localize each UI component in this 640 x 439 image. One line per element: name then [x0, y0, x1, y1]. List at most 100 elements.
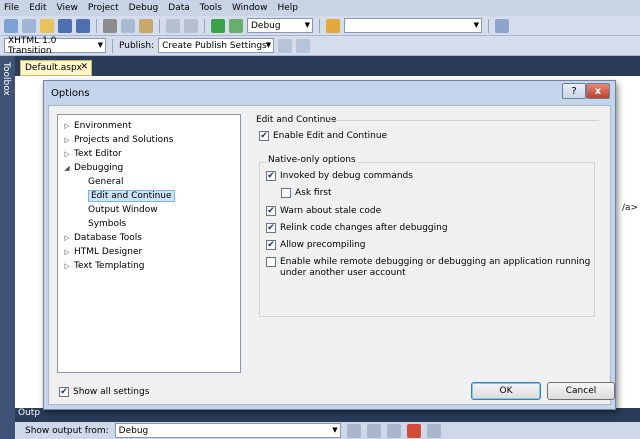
- step-icon[interactable]: [229, 18, 243, 33]
- ok-button[interactable]: OK: [471, 382, 541, 400]
- save-icon[interactable]: [58, 18, 72, 33]
- dialog-titlebar[interactable]: Options ? x: [44, 81, 615, 105]
- toolbox-tab[interactable]: Toolbox: [1, 62, 11, 96]
- new-project-icon[interactable]: [4, 18, 18, 33]
- menu-bar: File Edit View Project Debug Data Tools …: [0, 0, 640, 16]
- toolbar-separator: [159, 18, 160, 33]
- find-combo[interactable]: ▼: [344, 18, 482, 33]
- ask-first-label: Ask first: [295, 188, 332, 198]
- help-button[interactable]: ?: [562, 83, 586, 99]
- tree-item-label: Symbols: [88, 219, 127, 229]
- tree-item[interactable]: ▷ HTML Designer: [58, 245, 240, 259]
- solution-explorer-icon[interactable]: [495, 18, 509, 33]
- tree-item[interactable]: Edit and Continue: [58, 189, 240, 203]
- expand-arrow-icon[interactable]: ▷: [62, 234, 72, 242]
- menu-data[interactable]: Data: [168, 3, 190, 13]
- page-group-title: Edit and Continue: [256, 115, 337, 125]
- ask-first-checkbox[interactable]: [281, 188, 291, 198]
- publish-settings-icon[interactable]: [296, 38, 311, 53]
- cut-icon[interactable]: [103, 18, 117, 33]
- native-options-title: Native-only options: [266, 155, 358, 165]
- expand-arrow-icon[interactable]: ▷: [62, 122, 72, 130]
- menu-help[interactable]: Help: [277, 3, 298, 13]
- warn-stale-code-option[interactable]: ✔ Warn about stale code: [266, 206, 381, 217]
- toolbar-separator: [204, 18, 205, 33]
- tree-item[interactable]: ▷ Environment: [58, 119, 240, 133]
- show-all-settings-option[interactable]: ✔ Show all settings: [59, 387, 149, 398]
- tree-item-label: Database Tools: [74, 233, 142, 243]
- schema-combo[interactable]: XHTML 1.0 Transition ▼: [4, 36, 106, 56]
- clear-all-icon[interactable]: [406, 423, 421, 438]
- toolbar-separator: [96, 18, 97, 33]
- allow-precompiling-checkbox[interactable]: ✔: [266, 240, 276, 250]
- collapse-arrow-icon[interactable]: ◢: [62, 164, 72, 172]
- cancel-button[interactable]: Cancel: [547, 382, 615, 400]
- relink-code-checkbox[interactable]: ✔: [266, 223, 276, 233]
- close-button[interactable]: x: [586, 83, 610, 99]
- expand-arrow-icon[interactable]: ▷: [62, 248, 72, 256]
- tree-item[interactable]: ▷ Database Tools: [58, 231, 240, 245]
- enable-edit-continue-checkbox[interactable]: ✔: [259, 131, 269, 141]
- ask-first-option[interactable]: Ask first: [281, 188, 332, 199]
- warn-stale-code-label: Warn about stale code: [280, 206, 382, 216]
- menu-tools[interactable]: Tools: [200, 3, 222, 13]
- editor-text-fragment: /a>: [622, 203, 639, 213]
- chevron-down-icon: ▼: [332, 426, 338, 434]
- publish-web-icon[interactable]: [278, 38, 293, 53]
- tree-item-label: Projects and Solutions: [74, 135, 174, 145]
- redo-icon[interactable]: [184, 18, 198, 33]
- expand-arrow-icon[interactable]: ▷: [62, 136, 72, 144]
- tree-item[interactable]: ▷ Text Editor: [58, 147, 240, 161]
- document-tab[interactable]: Default.aspx ✕: [20, 60, 92, 76]
- invoked-by-debug-option[interactable]: ✔ Invoked by debug commands: [266, 171, 413, 182]
- output-source-combo[interactable]: Debug ▼: [114, 423, 341, 438]
- invoked-by-debug-label: Invoked by debug commands: [280, 171, 413, 181]
- tree-item[interactable]: ▷ Text Templating: [58, 259, 240, 273]
- show-all-settings-checkbox[interactable]: ✔: [59, 387, 69, 397]
- tree-item[interactable]: ◢ Debugging: [58, 161, 240, 175]
- expand-arrow-icon[interactable]: ▷: [62, 262, 72, 270]
- relink-code-option[interactable]: ✔ Relink code changes after debugging: [266, 223, 448, 234]
- close-tab-icon[interactable]: ✕: [80, 62, 88, 72]
- menu-project[interactable]: Project: [88, 3, 119, 13]
- toolbox-panel[interactable]: [0, 56, 15, 439]
- start-debugging-icon[interactable]: [211, 18, 225, 33]
- next-message-icon[interactable]: [386, 423, 401, 438]
- paste-icon[interactable]: [139, 18, 153, 33]
- toolbar-separator: [488, 18, 489, 33]
- enable-edit-continue-option[interactable]: ✔ Enable Edit and Continue: [259, 131, 387, 142]
- tree-item[interactable]: Symbols: [58, 217, 240, 231]
- publish-combo[interactable]: Create Publish Settings ▼: [158, 38, 275, 53]
- tree-item-label: Output Window: [88, 205, 158, 215]
- word-wrap-icon[interactable]: [426, 423, 441, 438]
- menu-window[interactable]: Window: [232, 3, 268, 13]
- menu-debug[interactable]: Debug: [129, 3, 159, 13]
- tree-item[interactable]: Output Window: [58, 203, 240, 217]
- prev-message-icon[interactable]: [366, 423, 381, 438]
- menu-view[interactable]: View: [57, 3, 78, 13]
- save-all-icon[interactable]: [76, 18, 90, 33]
- remote-debugging-checkbox[interactable]: [266, 257, 276, 267]
- find-message-icon[interactable]: [346, 423, 361, 438]
- group-divider: [327, 120, 599, 121]
- tree-item-label: Environment: [74, 121, 132, 131]
- tree-item-label: General: [88, 177, 124, 187]
- menu-edit[interactable]: Edit: [29, 3, 46, 13]
- allow-precompiling-option[interactable]: ✔ Allow precompiling: [266, 240, 366, 251]
- expand-arrow-icon[interactable]: ▷: [62, 150, 72, 158]
- copy-icon[interactable]: [121, 18, 135, 33]
- warn-stale-code-checkbox[interactable]: ✔: [266, 206, 276, 216]
- add-item-icon[interactable]: [22, 18, 36, 33]
- find-in-files-icon[interactable]: [326, 18, 340, 33]
- invoked-by-debug-checkbox[interactable]: ✔: [266, 171, 276, 181]
- menu-file[interactable]: File: [4, 3, 19, 13]
- solution-config-combo[interactable]: Debug ▼: [247, 18, 313, 33]
- remote-debugging-option[interactable]: Enable while remote debugging or debuggi…: [266, 257, 591, 279]
- tree-item[interactable]: ▷ Projects and Solutions: [58, 133, 240, 147]
- toolbar-separator: [112, 38, 113, 53]
- undo-icon[interactable]: [166, 18, 180, 33]
- tree-item[interactable]: General: [58, 175, 240, 189]
- open-file-icon[interactable]: [40, 18, 54, 33]
- options-tree[interactable]: ▷ Environment ▷ Projects and Solutions ▷ Text…: [57, 114, 241, 373]
- output-source-value: Debug: [118, 425, 149, 436]
